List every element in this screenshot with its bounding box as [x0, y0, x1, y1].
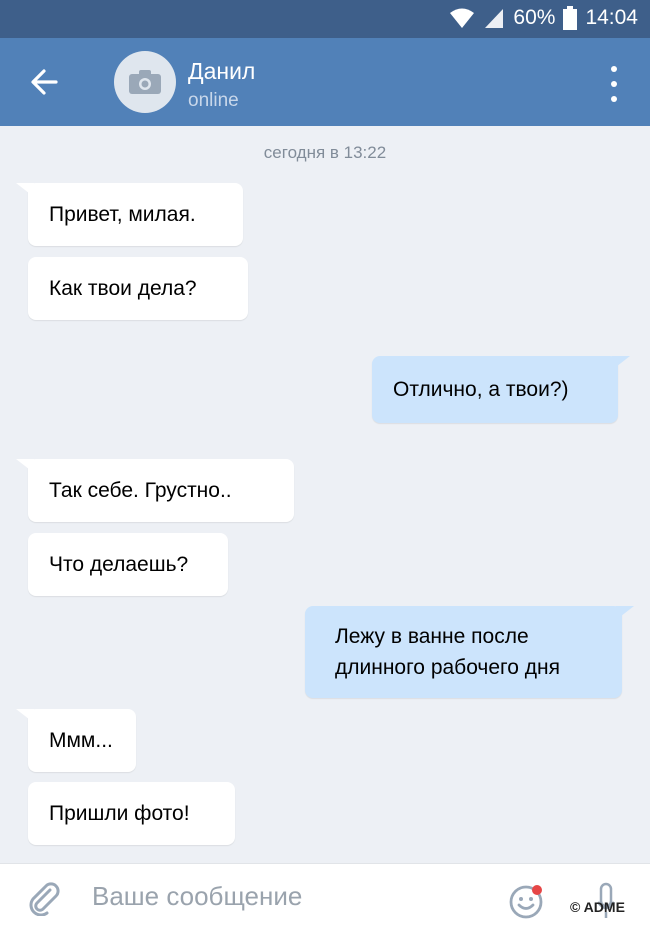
watermark: © ADME: [570, 899, 625, 915]
clock: 14:04: [585, 6, 638, 29]
chat-header: Данил online: [0, 38, 650, 126]
message-text: Пришли фото!: [49, 802, 190, 825]
message-outgoing[interactable]: Лежу в ванне после длинного рабочего дня: [305, 606, 634, 698]
more-vertical-icon[interactable]: [606, 66, 622, 102]
bubble-tail: [16, 183, 34, 197]
bubble-tail: [616, 606, 634, 620]
emoji-button[interactable]: [508, 884, 544, 920]
message-composer: © ADME: [0, 863, 650, 927]
arrow-left-icon: [31, 69, 58, 95]
message-incoming[interactable]: Пришли фото!: [28, 782, 235, 845]
message-incoming[interactable]: Привет, милая.: [16, 183, 243, 246]
message-text: Так себе. Грустно..: [49, 479, 232, 502]
message-incoming[interactable]: Так себе. Грустно..: [16, 459, 294, 522]
message-outgoing[interactable]: Отлично, а твои?): [372, 356, 630, 423]
wifi-icon: [450, 8, 475, 28]
message-text: Лежу в ванне после длинного рабочего дня: [335, 625, 560, 679]
message-text: Ммм...: [49, 729, 113, 752]
bubble-tail: [16, 709, 34, 723]
signal-icon: [485, 9, 504, 28]
avatar[interactable]: [114, 51, 176, 113]
message-incoming[interactable]: Что делаешь?: [28, 533, 228, 596]
message-incoming[interactable]: Ммм...: [16, 709, 136, 772]
camera-icon: [129, 70, 161, 94]
back-button[interactable]: [26, 62, 66, 102]
contact-name[interactable]: Данил: [188, 58, 255, 85]
date-divider: сегодня в 13:22: [263, 143, 387, 162]
status-bar: 60% 14:04: [0, 0, 650, 38]
smile-icon: [509, 885, 543, 919]
message-text: Отлично, а твои?): [393, 378, 569, 401]
message-input[interactable]: [92, 878, 472, 914]
battery-percent: 60%: [513, 6, 556, 29]
bubble-tail: [612, 356, 630, 370]
bubble-tail: [16, 459, 34, 473]
message-text: Как твои дела?: [49, 277, 197, 300]
presence-status: online: [188, 90, 239, 111]
message-text: Привет, милая.: [49, 203, 196, 226]
message-text: Что делаешь?: [49, 553, 189, 576]
message-incoming[interactable]: Как твои дела?: [28, 257, 248, 320]
paperclip-icon: [29, 882, 60, 917]
battery-icon: [563, 6, 578, 30]
attach-button[interactable]: [26, 880, 62, 917]
